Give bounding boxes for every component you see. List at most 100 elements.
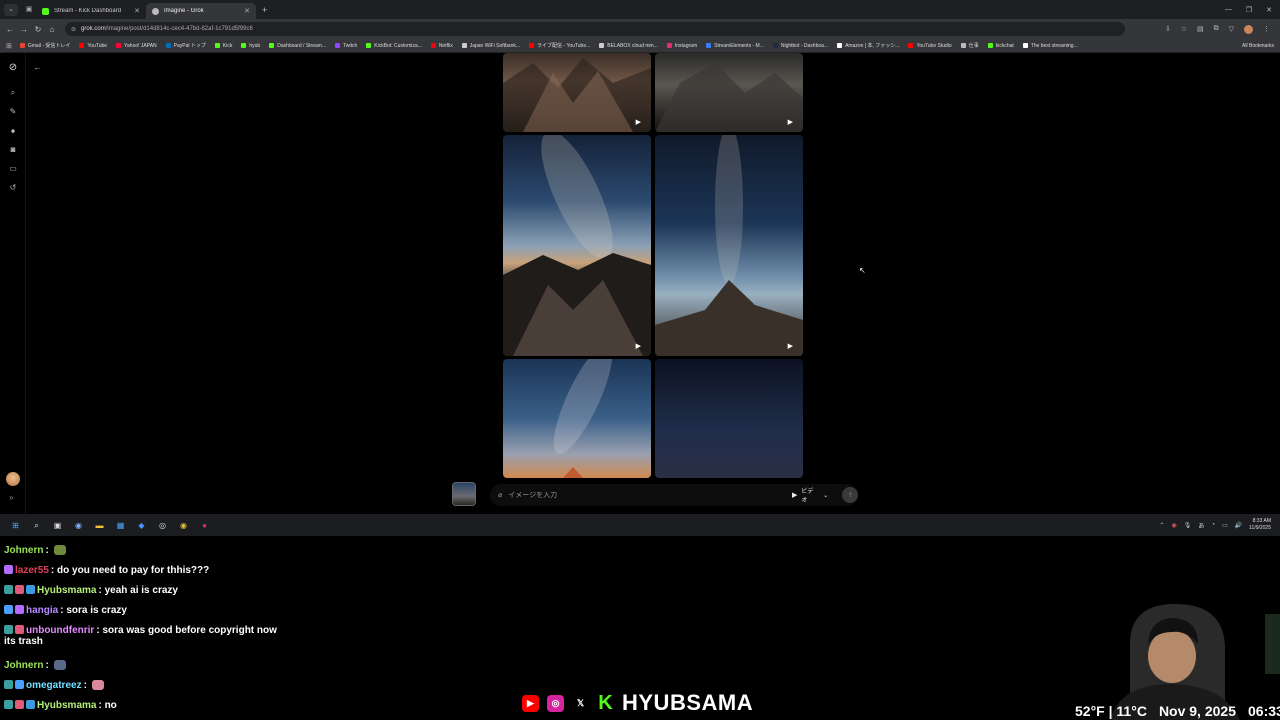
play-icon[interactable]: ▶ (788, 342, 793, 350)
address-bar[interactable]: ⊜ grok.com /imagine/post/d14d814c-cec4-4… (65, 22, 1125, 36)
back-arrow-icon[interactable]: ← (33, 62, 42, 72)
video-tile[interactable]: ▶ (655, 135, 803, 356)
extensions-puzzle-icon[interactable]: ⧉ (1214, 25, 1219, 33)
tab-search-button[interactable]: ⌄ (4, 3, 18, 16)
bookmark-item[interactable]: 仕事 (960, 42, 979, 49)
tab-kick-dashboard[interactable]: Stream - Kick Dashboard ✕ (36, 3, 146, 19)
close-tab-icon[interactable]: ✕ (244, 7, 250, 15)
system-clock[interactable]: 8:33 AM 11/9/2025 (1249, 518, 1271, 532)
bookmark-item[interactable]: Nightbot - Dashboa... (772, 43, 828, 49)
search-icon[interactable]: ⌕ (6, 86, 20, 100)
bookmark-item[interactable]: PayPal トップ (165, 42, 206, 49)
bookmark-item[interactable]: YouTube (79, 43, 107, 49)
reload-icon[interactable]: ↻ (31, 25, 45, 34)
bookmark-label: kickchat (995, 42, 1014, 49)
bookmark-item[interactable]: BELABOX cloud mm... (599, 43, 658, 49)
close-window-icon[interactable]: ✕ (1266, 6, 1272, 14)
tab-imagine-grok[interactable]: Imagine - Grok ✕ (146, 3, 256, 19)
bookmark-item[interactable]: Twitch (335, 43, 357, 49)
bookmark-item[interactable]: Kick (214, 43, 232, 49)
x-icon: 𝕏 (572, 694, 589, 712)
tab-groups-icon[interactable]: ▣ (22, 4, 36, 16)
bookmark-item[interactable]: Amazon | 本, ファッシ... (837, 42, 899, 49)
maximize-icon[interactable]: ❐ (1246, 6, 1252, 14)
video-play-icon: ▶ (792, 492, 798, 499)
site-info-icon[interactable]: ⊜ (71, 26, 76, 33)
store-icon[interactable]: ▦ (115, 520, 126, 531)
video-tile[interactable]: ▶ (655, 53, 803, 132)
mode-selector[interactable]: ▶ ビデオ ⌄ (792, 486, 828, 504)
apps-grid-icon[interactable]: ⊞ (6, 42, 12, 50)
user-avatar[interactable] (6, 472, 20, 486)
microphone-icon[interactable]: 🎙 (1184, 522, 1192, 529)
home-icon[interactable]: ⌂ (45, 25, 59, 34)
volume-icon[interactable]: 🔊 (1235, 522, 1242, 529)
media-app-icon[interactable]: ● (199, 520, 210, 531)
video-tile[interactable] (503, 359, 651, 478)
bookmark-item[interactable]: YouTube Studio (908, 43, 952, 49)
bookmark-star-icon[interactable]: ☆ (1181, 25, 1187, 33)
windows-start-icon[interactable]: ⊞ (10, 520, 21, 531)
bookmark-item[interactable]: Gmail - 受信トレイ (19, 42, 70, 49)
install-app-icon[interactable]: ⇩ (1165, 25, 1171, 33)
windows-taskbar: ⊞ ⌕ ▣ ◉ ▬ ▦ ◆ ◎ ◉ ● ⌃ ◉ 🎙 あ ◔ ▭ 🔊 8:33 A… (0, 514, 1280, 536)
bookmark-item[interactable]: The best streaming... (1022, 43, 1078, 49)
bookmark-item[interactable]: hyub (241, 43, 260, 49)
reference-image-thumbnail[interactable] (452, 482, 476, 506)
system-tray: ⌃ ◉ 🎙 あ ◔ ▭ 🔊 8:33 AM 11/9/2025 (1159, 518, 1280, 532)
prompt-input[interactable] (508, 491, 767, 499)
bookmark-item[interactable]: StreamElements - M... (706, 43, 764, 49)
bookmark-item[interactable]: Yahoo! JAPAN (116, 43, 157, 49)
video-tile[interactable]: ▶ (503, 53, 651, 132)
copilot-tray-icon[interactable]: ◔ (1211, 522, 1215, 528)
menu-kebab-icon[interactable]: ⋮ (1263, 25, 1270, 33)
send-button[interactable]: ↑ (842, 487, 858, 503)
bookmark-item[interactable]: Instagram (666, 43, 697, 49)
attach-icon[interactable]: ⌀ (498, 491, 502, 499)
play-icon[interactable]: ▶ (636, 118, 641, 126)
bookmark-item[interactable]: Dashboard / Stream... (269, 43, 326, 49)
downloads-icon[interactable]: ▽ (1229, 25, 1234, 33)
chat-badge-icon (4, 585, 13, 594)
play-icon[interactable]: ▶ (636, 342, 641, 350)
video-tile[interactable] (655, 359, 803, 478)
copilot-icon[interactable]: ◉ (73, 520, 84, 531)
chevron-up-icon[interactable]: ⌃ (1159, 522, 1164, 529)
history-icon[interactable]: ↺ (6, 181, 20, 195)
voice-icon[interactable]: ⦁ (6, 124, 20, 138)
bookmark-favicon-icon (599, 43, 605, 48)
expand-sidebar-icon[interactable]: » (9, 493, 13, 502)
all-bookmarks-button[interactable]: All Bookmarks (1242, 43, 1280, 49)
network-icon[interactable]: ▭ (1222, 522, 1228, 529)
bookmark-item[interactable]: Japan WiFi Softbank... (461, 43, 520, 49)
obs-icon[interactable]: ◎ (157, 520, 168, 531)
profile-avatar[interactable] (1244, 24, 1253, 34)
task-view-icon[interactable]: ▣ (52, 520, 63, 531)
new-chat-icon[interactable]: ✎ (6, 105, 20, 119)
bookmark-item[interactable]: kickchat (987, 42, 1014, 49)
play-icon[interactable]: ▶ (788, 118, 793, 126)
back-arrow-icon[interactable]: ← (3, 25, 17, 34)
mouse-cursor-icon: ↖ (859, 266, 866, 275)
projects-icon[interactable]: ▭ (6, 162, 20, 176)
bookmark-item[interactable]: Netflix (430, 43, 453, 49)
chat-badge-icon (4, 680, 13, 689)
video-tile[interactable]: ▶ (503, 135, 651, 356)
minimize-icon[interactable]: — (1225, 6, 1232, 14)
file-explorer-icon[interactable]: ▬ (94, 520, 105, 531)
chrome-icon[interactable]: ◉ (178, 520, 189, 531)
imagine-icon[interactable]: ◙ (6, 143, 20, 157)
bookmark-label: PayPal トップ (173, 43, 206, 49)
close-tab-icon[interactable]: ✕ (134, 7, 140, 15)
new-tab-button[interactable]: + (262, 5, 267, 15)
bookmark-item[interactable]: ライブ配信 - YouTube... (529, 42, 590, 49)
bookmark-item[interactable]: KickBot: Customiza... (366, 43, 422, 49)
search-icon[interactable]: ⌕ (31, 520, 42, 531)
extension-icon[interactable]: ▤ (1197, 25, 1204, 33)
bookmark-label: Dashboard / Stream... (277, 42, 327, 49)
grok-logo-icon[interactable]: ⊘ (6, 61, 20, 75)
app-icon[interactable]: ◆ (136, 520, 147, 531)
ime-icon[interactable]: あ (1198, 521, 1204, 530)
tray-app-icon[interactable]: ◉ (1171, 522, 1176, 529)
forward-arrow-icon[interactable]: → (17, 25, 31, 34)
